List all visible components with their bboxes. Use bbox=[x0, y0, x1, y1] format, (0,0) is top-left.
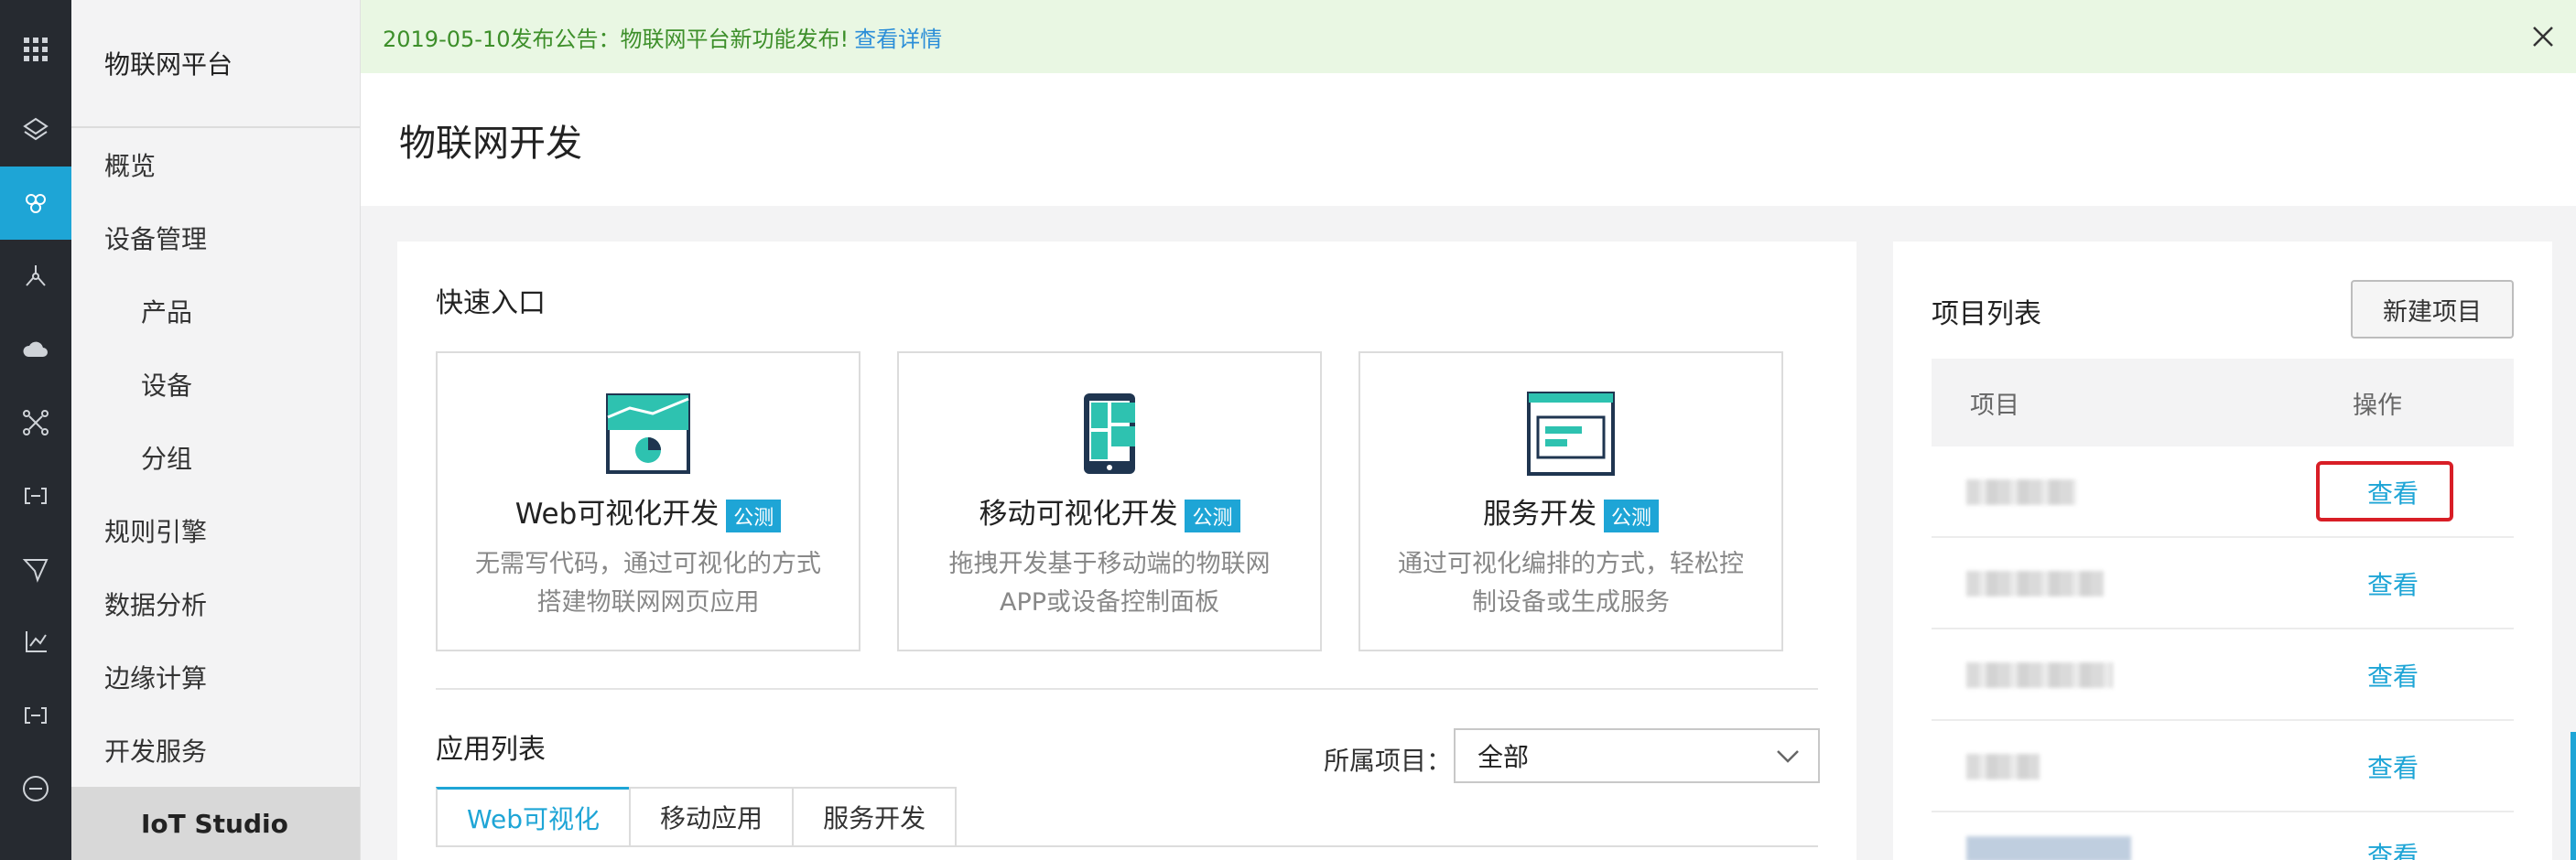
project-filter-label: 所属项目： bbox=[1324, 746, 1453, 776]
network-icon[interactable] bbox=[0, 386, 71, 459]
sidebar-item-group[interactable]: 分组 bbox=[71, 421, 360, 494]
layers-icon[interactable] bbox=[0, 93, 71, 167]
tile-service-dev-desc: 通过可视化编排的方式，轻松控制设备或生成服务 bbox=[1398, 550, 1744, 617]
page-title: 物联网开发 bbox=[361, 73, 2576, 206]
tile-mobile-visual-title: 移动可视化开发 bbox=[979, 498, 1178, 531]
sidebar-item-data-analysis[interactable]: 数据分析 bbox=[71, 567, 360, 640]
view-link[interactable]: 查看 bbox=[2367, 474, 2419, 511]
table-row: 查看 bbox=[1932, 721, 2514, 812]
service-dev-icon bbox=[1527, 392, 1615, 476]
scrollbar[interactable] bbox=[2571, 732, 2576, 860]
table-row: 查看 bbox=[1932, 538, 2514, 629]
tile-web-visual-desc: 无需写代码，通过可视化的方式搭建物联网网页应用 bbox=[475, 550, 821, 617]
project-list-card: 项目列表 新建项目 项目 操作 查看 查看 查看 查看 查看 bbox=[1893, 242, 2552, 860]
view-link[interactable]: 查看 bbox=[2367, 836, 2419, 860]
chevron-down-icon bbox=[1777, 750, 1799, 763]
redacted-project-name bbox=[1966, 479, 2076, 505]
sidebar-item-product[interactable]: 产品 bbox=[71, 274, 360, 348]
sidebar-item-iot-studio[interactable]: IoT Studio bbox=[71, 787, 360, 860]
tile-service-dev-title: 服务开发 bbox=[1482, 498, 1596, 531]
code-bracket-icon[interactable] bbox=[0, 459, 71, 532]
quick-entry-title: 快速入口 bbox=[436, 287, 546, 319]
view-link[interactable]: 查看 bbox=[2367, 657, 2419, 693]
view-link[interactable]: 查看 bbox=[2367, 565, 2419, 602]
code-bracket-icon-2[interactable] bbox=[0, 679, 71, 752]
announcement-text: 2019-05-10发布公告：物联网平台新功能发布! bbox=[383, 26, 850, 52]
tab-service-dev[interactable]: 服务开发 bbox=[792, 787, 958, 847]
tile-web-visual[interactable]: Web可视化开发 公测 无需写代码，通过可视化的方式搭建物联网网页应用 bbox=[436, 351, 860, 651]
project-filter-value: 全部 bbox=[1477, 742, 1530, 772]
column-header-project: 项目 bbox=[1970, 391, 2019, 420]
sidebar-item-edge-computing[interactable]: 边缘计算 bbox=[71, 640, 360, 714]
icon-rail bbox=[0, 0, 71, 860]
announcement-details-link[interactable]: 查看详情 bbox=[854, 21, 942, 53]
beta-badge: 公测 bbox=[726, 499, 782, 532]
sidebar-item-rule-engine[interactable]: 规则引擎 bbox=[71, 494, 360, 567]
quick-entry-card: 快速入口 Web可视化开发 公测 无需写代码，通过可视化的方式搭建物联网网页应用 … bbox=[397, 242, 1856, 860]
sidebar-item-device[interactable]: 设备 bbox=[71, 348, 360, 421]
project-table-header: 项目 操作 bbox=[1932, 359, 2514, 446]
hub-icon[interactable] bbox=[0, 240, 71, 313]
apps-grid-icon[interactable] bbox=[0, 13, 71, 86]
column-header-action: 操作 bbox=[2353, 391, 2402, 420]
beta-badge: 公测 bbox=[1185, 499, 1240, 532]
tab-mobile-apps[interactable]: 移动应用 bbox=[629, 787, 795, 847]
redacted-project-name bbox=[1966, 836, 2131, 860]
beta-badge: 公测 bbox=[1603, 499, 1659, 532]
redacted-project-name bbox=[1966, 571, 2104, 597]
tile-web-visual-title: Web可视化开发 bbox=[514, 498, 720, 531]
sidebar-item-device-management[interactable]: 设备管理 bbox=[71, 201, 360, 274]
project-filter-select[interactable]: 全部 bbox=[1454, 728, 1820, 783]
announcement-bar: 2019-05-10发布公告：物联网平台新功能发布! 查看详情 bbox=[361, 0, 2576, 73]
divider bbox=[436, 688, 1818, 690]
tile-mobile-visual[interactable]: 移动可视化开发 公测 拖拽开发基于移动端的物联网APP或设备控制面板 bbox=[897, 351, 1322, 651]
close-icon[interactable] bbox=[2527, 20, 2560, 53]
chart-flow-icon[interactable] bbox=[0, 606, 71, 679]
table-row: 查看 bbox=[1932, 812, 2514, 860]
web-visual-icon bbox=[606, 393, 690, 474]
view-link[interactable]: 查看 bbox=[2367, 748, 2419, 785]
tab-web-visual[interactable]: Web可视化 bbox=[436, 787, 632, 847]
new-project-button[interactable]: 新建项目 bbox=[2351, 280, 2514, 339]
tabs-baseline bbox=[436, 845, 1818, 847]
project-list-title: 项目列表 bbox=[1932, 298, 2041, 330]
table-row: 查看 bbox=[1932, 629, 2514, 721]
sidebar-title: 物联网平台 bbox=[71, 0, 360, 128]
redacted-project-name bbox=[1966, 754, 2040, 779]
table-row: 查看 bbox=[1932, 446, 2514, 538]
sidebar-item-overview[interactable]: 概览 bbox=[71, 128, 360, 201]
iot-cluster-icon[interactable] bbox=[0, 167, 71, 240]
send-icon[interactable] bbox=[0, 532, 71, 606]
tile-service-dev[interactable]: 服务开发 公测 通过可视化编排的方式，轻松控制设备或生成服务 bbox=[1358, 351, 1783, 651]
sidebar-item-dev-services[interactable]: 开发服务 bbox=[71, 714, 360, 787]
app-list-title: 应用列表 bbox=[436, 734, 546, 766]
tile-mobile-visual-desc: 拖拽开发基于移动端的物联网APP或设备控制面板 bbox=[948, 550, 1271, 617]
sidebar: 物联网平台 概览 设备管理 产品 设备 分组 规则引擎 数据分析 边缘计算 开发… bbox=[71, 0, 361, 860]
mobile-visual-icon bbox=[1084, 393, 1135, 474]
dns-icon[interactable] bbox=[0, 752, 71, 825]
app-tabs: Web可视化 移动应用 服务开发 bbox=[436, 787, 958, 847]
redacted-project-name bbox=[1966, 662, 2113, 688]
cloud-icon[interactable] bbox=[0, 313, 71, 386]
